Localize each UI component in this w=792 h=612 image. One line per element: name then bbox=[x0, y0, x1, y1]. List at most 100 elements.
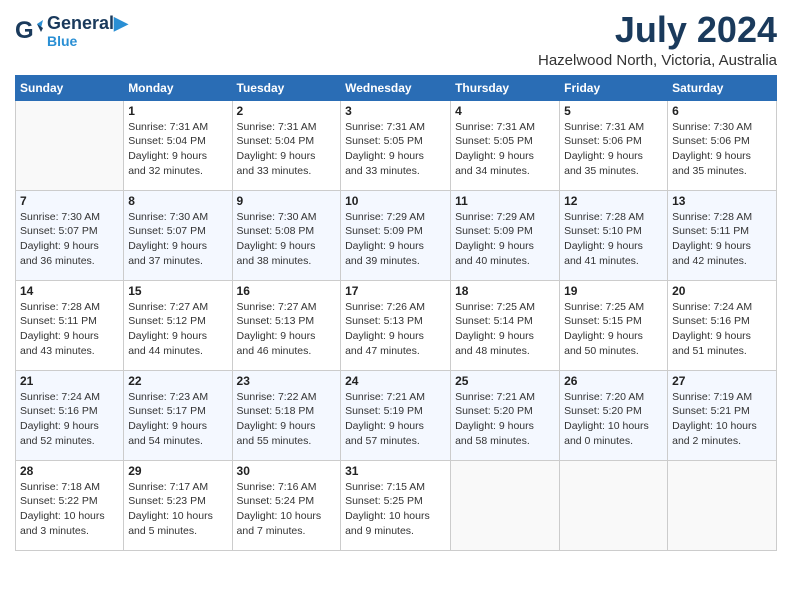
day-detail: Sunrise: 7:31 AMSunset: 5:04 PMDaylight:… bbox=[128, 120, 227, 179]
day-detail: Sunrise: 7:28 AMSunset: 5:10 PMDaylight:… bbox=[564, 210, 663, 269]
day-detail: Sunrise: 7:29 AMSunset: 5:09 PMDaylight:… bbox=[345, 210, 446, 269]
logo-icon: G bbox=[15, 18, 43, 46]
weekday-header-friday: Friday bbox=[560, 75, 668, 100]
calendar-table: SundayMondayTuesdayWednesdayThursdayFrid… bbox=[15, 75, 777, 551]
day-number: 7 bbox=[20, 194, 119, 208]
calendar-cell: 16Sunrise: 7:27 AMSunset: 5:13 PMDayligh… bbox=[232, 280, 341, 370]
day-detail: Sunrise: 7:24 AMSunset: 5:16 PMDaylight:… bbox=[672, 300, 772, 359]
calendar-cell: 27 Sunrise: 7:19 AMSunset: 5:21 PMDayligh… bbox=[668, 370, 777, 460]
day-detail: Sunrise: 7:16 AMSunset: 5:24 PMDaylight:… bbox=[237, 480, 337, 539]
calendar-cell bbox=[451, 460, 560, 550]
day-number: 13 bbox=[672, 194, 772, 208]
day-number: 20 bbox=[672, 284, 772, 298]
calendar-cell: 20 Sunrise: 7:24 AMSunset: 5:16 PMDayligh… bbox=[668, 280, 777, 370]
day-number: 27 bbox=[672, 374, 772, 388]
day-detail: Sunrise: 7:21 AMSunset: 5:20 PMDaylight:… bbox=[455, 390, 555, 449]
logo: G General▶ Blue bbox=[15, 14, 128, 49]
day-number: 22 bbox=[128, 374, 227, 388]
day-detail: Sunrise: 7:27 AMSunset: 5:12 PMDaylight:… bbox=[128, 300, 227, 359]
day-number: 5 bbox=[564, 104, 663, 118]
day-detail: Sunrise: 7:28 AMSunset: 5:11 PMDaylight:… bbox=[20, 300, 119, 359]
day-detail: Sunrise: 7:26 AMSunset: 5:13 PMDaylight:… bbox=[345, 300, 446, 359]
svg-text:G: G bbox=[15, 18, 34, 44]
calendar-cell: 12 Sunrise: 7:28 AMSunset: 5:10 PMDayligh… bbox=[560, 190, 668, 280]
calendar-cell: 19 Sunrise: 7:25 AMSunset: 5:15 PMDayligh… bbox=[560, 280, 668, 370]
title-area: July 2024 Hazelwood North, Victoria, Aus… bbox=[538, 10, 777, 69]
week-row-1: 1 Sunrise: 7:31 AMSunset: 5:04 PMDaylight… bbox=[16, 100, 777, 190]
calendar-cell: 14Sunrise: 7:28 AMSunset: 5:11 PMDayligh… bbox=[16, 280, 124, 370]
calendar-cell bbox=[668, 460, 777, 550]
calendar-cell: 2Sunrise: 7:31 AMSunset: 5:04 PMDaylight… bbox=[232, 100, 341, 190]
location-title: Hazelwood North, Victoria, Australia bbox=[538, 52, 777, 69]
day-number: 19 bbox=[564, 284, 663, 298]
calendar-cell: 10 Sunrise: 7:29 AMSunset: 5:09 PMDayligh… bbox=[341, 190, 451, 280]
calendar-cell bbox=[16, 100, 124, 190]
day-detail: Sunrise: 7:30 AMSunset: 5:07 PMDaylight:… bbox=[20, 210, 119, 269]
day-detail: Sunrise: 7:31 AMSunset: 5:05 PMDaylight:… bbox=[455, 120, 555, 179]
day-number: 24 bbox=[345, 374, 446, 388]
weekday-header-tuesday: Tuesday bbox=[232, 75, 341, 100]
day-detail: Sunrise: 7:28 AMSunset: 5:11 PMDaylight:… bbox=[672, 210, 772, 269]
calendar-cell: 30 Sunrise: 7:16 AMSunset: 5:24 PMDayligh… bbox=[232, 460, 341, 550]
day-number: 30 bbox=[237, 464, 337, 478]
day-number: 6 bbox=[672, 104, 772, 118]
day-number: 4 bbox=[455, 104, 555, 118]
weekday-header-wednesday: Wednesday bbox=[341, 75, 451, 100]
day-detail: Sunrise: 7:30 AMSunset: 5:06 PMDaylight:… bbox=[672, 120, 772, 179]
day-detail: Sunrise: 7:22 AMSunset: 5:18 PMDaylight:… bbox=[237, 390, 337, 449]
day-detail: Sunrise: 7:29 AMSunset: 5:09 PMDaylight:… bbox=[455, 210, 555, 269]
day-number: 21 bbox=[20, 374, 119, 388]
calendar-cell bbox=[560, 460, 668, 550]
week-row-2: 7 Sunrise: 7:30 AMSunset: 5:07 PMDaylight… bbox=[16, 190, 777, 280]
weekday-header-saturday: Saturday bbox=[668, 75, 777, 100]
day-number: 8 bbox=[128, 194, 227, 208]
day-detail: Sunrise: 7:31 AMSunset: 5:06 PMDaylight:… bbox=[564, 120, 663, 179]
day-number: 16 bbox=[237, 284, 337, 298]
calendar-cell: 7 Sunrise: 7:30 AMSunset: 5:07 PMDaylight… bbox=[16, 190, 124, 280]
weekday-header-row: SundayMondayTuesdayWednesdayThursdayFrid… bbox=[16, 75, 777, 100]
day-number: 29 bbox=[128, 464, 227, 478]
day-detail: Sunrise: 7:15 AMSunset: 5:25 PMDaylight:… bbox=[345, 480, 446, 539]
day-detail: Sunrise: 7:17 AMSunset: 5:23 PMDaylight:… bbox=[128, 480, 227, 539]
day-number: 12 bbox=[564, 194, 663, 208]
calendar-cell: 22 Sunrise: 7:23 AMSunset: 5:17 PMDayligh… bbox=[124, 370, 232, 460]
calendar-cell: 13 Sunrise: 7:28 AMSunset: 5:11 PMDayligh… bbox=[668, 190, 777, 280]
day-number: 11 bbox=[455, 194, 555, 208]
calendar-cell: 23Sunrise: 7:22 AMSunset: 5:18 PMDayligh… bbox=[232, 370, 341, 460]
day-detail: Sunrise: 7:31 AMSunset: 5:04 PMDaylight:… bbox=[237, 120, 337, 179]
calendar-cell: 15Sunrise: 7:27 AMSunset: 5:12 PMDayligh… bbox=[124, 280, 232, 370]
day-number: 25 bbox=[455, 374, 555, 388]
day-number: 1 bbox=[128, 104, 227, 118]
calendar-cell: 8 Sunrise: 7:30 AMSunset: 5:07 PMDaylight… bbox=[124, 190, 232, 280]
day-detail: Sunrise: 7:25 AMSunset: 5:14 PMDaylight:… bbox=[455, 300, 555, 359]
day-number: 31 bbox=[345, 464, 446, 478]
calendar-cell: 3Sunrise: 7:31 AMSunset: 5:05 PMDaylight… bbox=[341, 100, 451, 190]
day-detail: Sunrise: 7:31 AMSunset: 5:05 PMDaylight:… bbox=[345, 120, 446, 179]
page-header: G General▶ Blue July 2024 Hazelwood Nort… bbox=[15, 10, 777, 69]
calendar-cell: 29 Sunrise: 7:17 AMSunset: 5:23 PMDayligh… bbox=[124, 460, 232, 550]
day-detail: Sunrise: 7:23 AMSunset: 5:17 PMDaylight:… bbox=[128, 390, 227, 449]
day-number: 10 bbox=[345, 194, 446, 208]
calendar-cell: 21Sunrise: 7:24 AMSunset: 5:16 PMDayligh… bbox=[16, 370, 124, 460]
day-detail: Sunrise: 7:30 AMSunset: 5:07 PMDaylight:… bbox=[128, 210, 227, 269]
calendar-cell: 4 Sunrise: 7:31 AMSunset: 5:05 PMDaylight… bbox=[451, 100, 560, 190]
day-number: 26 bbox=[564, 374, 663, 388]
weekday-header-thursday: Thursday bbox=[451, 75, 560, 100]
day-detail: Sunrise: 7:30 AMSunset: 5:08 PMDaylight:… bbox=[237, 210, 337, 269]
calendar-cell: 9Sunrise: 7:30 AMSunset: 5:08 PMDaylight… bbox=[232, 190, 341, 280]
week-row-4: 21Sunrise: 7:24 AMSunset: 5:16 PMDayligh… bbox=[16, 370, 777, 460]
logo-text: General▶ Blue bbox=[47, 14, 128, 49]
month-title: July 2024 bbox=[538, 10, 777, 50]
weekday-header-monday: Monday bbox=[124, 75, 232, 100]
day-number: 17 bbox=[345, 284, 446, 298]
calendar-cell: 11 Sunrise: 7:29 AMSunset: 5:09 PMDayligh… bbox=[451, 190, 560, 280]
day-detail: Sunrise: 7:19 AMSunset: 5:21 PMDaylight:… bbox=[672, 390, 772, 449]
day-detail: Sunrise: 7:20 AMSunset: 5:20 PMDaylight:… bbox=[564, 390, 663, 449]
day-number: 18 bbox=[455, 284, 555, 298]
day-detail: Sunrise: 7:18 AMSunset: 5:22 PMDaylight:… bbox=[20, 480, 119, 539]
calendar-cell: 5 Sunrise: 7:31 AMSunset: 5:06 PMDaylight… bbox=[560, 100, 668, 190]
calendar-cell: 17 Sunrise: 7:26 AMSunset: 5:13 PMDayligh… bbox=[341, 280, 451, 370]
day-detail: Sunrise: 7:25 AMSunset: 5:15 PMDaylight:… bbox=[564, 300, 663, 359]
day-number: 28 bbox=[20, 464, 119, 478]
weekday-header-sunday: Sunday bbox=[16, 75, 124, 100]
